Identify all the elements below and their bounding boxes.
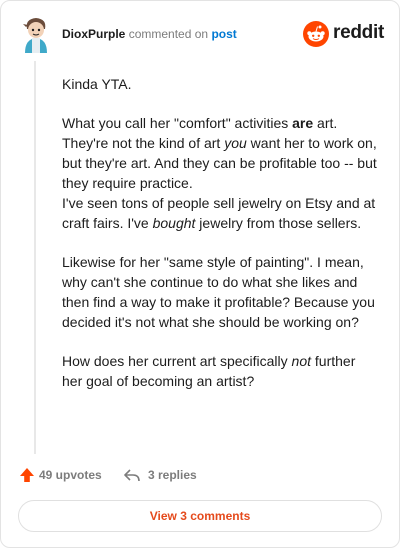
replies-button[interactable]: 3 replies bbox=[123, 467, 197, 483]
avatar[interactable] bbox=[19, 15, 53, 53]
comment-body: Kinda YTA. What you call her "comfort" ac… bbox=[62, 74, 378, 410]
thread-line[interactable] bbox=[34, 61, 36, 454]
comment-text: bought bbox=[152, 215, 196, 231]
commented-on-text: commented on bbox=[128, 27, 209, 41]
replies-count: 3 replies bbox=[148, 468, 197, 482]
comment-card: DioxPurple commented on post reddit Kind… bbox=[0, 0, 400, 548]
reddit-snoo-icon bbox=[303, 21, 329, 47]
comment-actions: 49 upvotes 3 replies bbox=[19, 465, 379, 487]
comment-text: How does her current art specifically bbox=[62, 353, 292, 369]
upvote-button[interactable]: 49 upvotes bbox=[19, 467, 102, 483]
upvote-count: 49 upvotes bbox=[39, 468, 102, 482]
view-comments-label: View 3 comments bbox=[149, 509, 251, 523]
brand-wordmark: reddit bbox=[333, 22, 384, 43]
comment-text: you bbox=[224, 135, 247, 151]
view-comments-button[interactable]: View 3 comments bbox=[18, 500, 382, 532]
username-link[interactable]: DioxPurple bbox=[62, 27, 125, 41]
comment-meta: DioxPurple commented on post bbox=[62, 27, 237, 41]
reddit-logo[interactable]: reddit bbox=[303, 21, 384, 47]
upvote-arrow-icon bbox=[20, 468, 34, 482]
comment-header: DioxPurple commented on post reddit bbox=[15, 15, 385, 55]
comment-paragraph: What you call her "comfort" activities a… bbox=[62, 113, 378, 233]
comment-text: Kinda YTA. bbox=[62, 76, 132, 92]
comment-text: Likewise for her "same style of painting… bbox=[62, 254, 375, 330]
comment-paragraph: Likewise for her "same style of painting… bbox=[62, 252, 378, 332]
avatar-icon bbox=[23, 18, 47, 53]
comment-text: jewelry from those sellers. bbox=[195, 215, 362, 231]
post-link[interactable]: post bbox=[211, 27, 236, 41]
reply-arrow-icon bbox=[124, 469, 140, 482]
comment-text: What you call her "comfort" activities bbox=[62, 115, 293, 131]
comment-text: not bbox=[291, 353, 312, 369]
comment-text: are bbox=[292, 115, 314, 131]
comment-paragraph: Kinda YTA. bbox=[62, 74, 378, 94]
comment-paragraph: How does her current art specifically no… bbox=[62, 351, 378, 391]
